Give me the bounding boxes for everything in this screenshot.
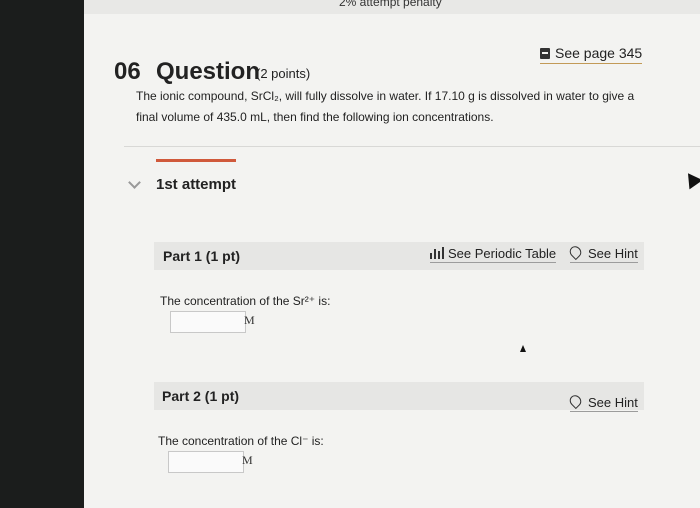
question-number: 06 (114, 58, 141, 85)
book-icon (540, 48, 550, 59)
part-2-see-hint-link[interactable]: See Hint (567, 392, 638, 412)
attempt-label[interactable]: 1st attempt (156, 176, 236, 193)
part-2-prompt: The concentration of the Cl⁻ is: (158, 434, 324, 448)
cursor-icon (520, 345, 526, 352)
question-title: Question (156, 58, 261, 85)
question-points: (2 points) (256, 66, 311, 81)
bar-chart-icon (430, 247, 444, 259)
see-periodic-table-link[interactable]: See Periodic Table (430, 246, 557, 263)
part-1-see-hint-link[interactable]: See Hint (567, 243, 638, 263)
chevron-down-icon[interactable] (128, 176, 141, 189)
part-2-unit: M (242, 453, 253, 467)
part-2-answer-input[interactable] (168, 451, 244, 473)
question-page: 2% attempt penalty 06 Question (2 points… (84, 0, 700, 508)
part-1-answer-input[interactable] (170, 311, 246, 333)
attempt-indicator-bar (156, 159, 236, 162)
question-text: The ionic compound, SrCl₂, will fully di… (136, 86, 656, 128)
part-1-label: Part 1 (1 pt) (163, 248, 241, 264)
divider (124, 146, 700, 147)
question-text-line-2: final volume of 435.0 mL, then find the … (136, 110, 494, 124)
part-1-prompt: The concentration of the Sr²⁺ is: (160, 294, 331, 308)
question-text-line-1: The ionic compound, SrCl₂, will fully di… (136, 89, 635, 103)
see-page-link[interactable]: See page 345 (540, 45, 643, 64)
attempt-penalty-text: 2% attempt penalty (339, 0, 442, 9)
lightbulb-icon (567, 392, 584, 410)
cursor-icon (681, 168, 700, 190)
part-2-label: Part 2 (1 pt) (162, 388, 240, 404)
part-1-hint-label: See Hint (588, 246, 638, 261)
part-2-hint-label: See Hint (588, 395, 638, 410)
see-periodic-table-label: See Periodic Table (448, 246, 557, 261)
lightbulb-icon (567, 243, 584, 261)
top-bar: 2% attempt penalty (84, 0, 700, 14)
see-page-label: See page 345 (555, 45, 643, 61)
part-1-unit: M (244, 313, 255, 327)
